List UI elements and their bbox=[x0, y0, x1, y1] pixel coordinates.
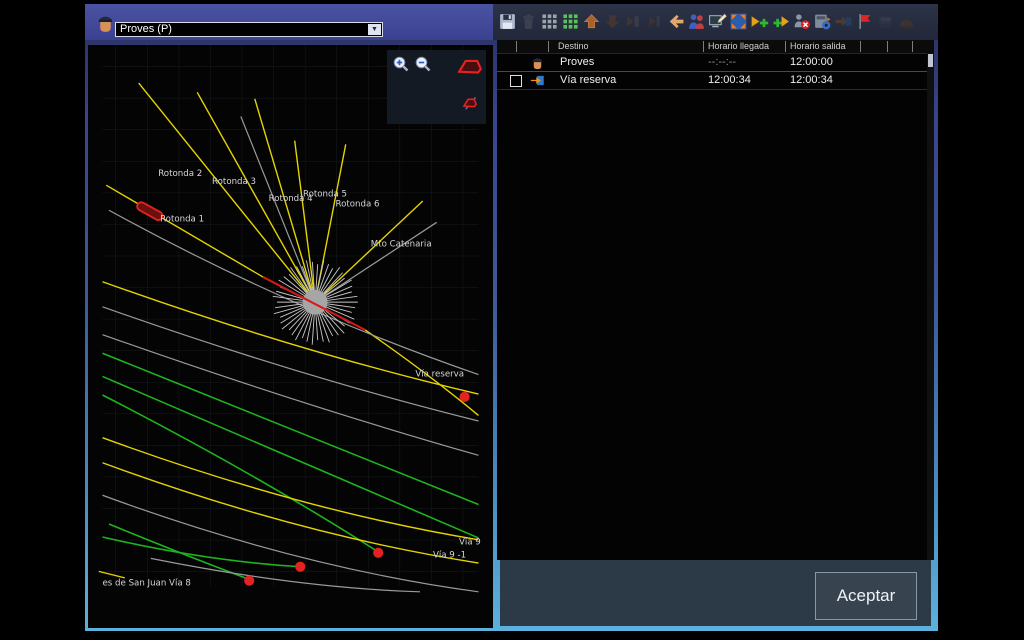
add-forward-alt-icon[interactable] bbox=[771, 12, 790, 31]
trash-icon[interactable] bbox=[519, 12, 538, 31]
assign-icon bbox=[530, 73, 545, 88]
yard-map-canvas[interactable]: Rotonda 2Rotonda 3Rotonda 4Rotonda 5Roto… bbox=[88, 45, 493, 628]
edit-screen-icon[interactable] bbox=[708, 12, 727, 31]
driver-select-value: Proves (P) bbox=[120, 23, 172, 35]
arrow-down-icon[interactable] bbox=[603, 12, 622, 31]
loco-outline-icon[interactable] bbox=[457, 53, 483, 73]
track-label: Vía reserva bbox=[415, 369, 464, 379]
arrow-up-icon[interactable] bbox=[582, 12, 601, 31]
scrollbar-thumb[interactable] bbox=[928, 54, 933, 67]
driver-select-dropdown[interactable]: Proves (P) ▼ bbox=[115, 22, 383, 37]
box-gear-icon[interactable] bbox=[813, 12, 832, 31]
cell-horario-salida: 12:00:34 bbox=[790, 74, 833, 86]
grid-green-icon[interactable] bbox=[561, 12, 580, 31]
expand-icon[interactable] bbox=[729, 12, 748, 31]
table-scrollbar[interactable] bbox=[927, 53, 934, 560]
track-label: Rotonda 6 bbox=[336, 200, 380, 210]
signal-dot[interactable] bbox=[459, 392, 469, 402]
save-icon[interactable] bbox=[498, 12, 517, 31]
toolbar bbox=[493, 4, 938, 40]
track-label: Rotonda 2 bbox=[158, 169, 202, 179]
cell-horario-salida: 12:00:00 bbox=[790, 56, 833, 68]
flag-icon[interactable] bbox=[855, 12, 874, 31]
table-body: Proves --:--:-- 12:00:00 Vía reserva 12:00:3… bbox=[497, 54, 934, 90]
track-label: es de San Juan Vía 8 bbox=[103, 578, 191, 588]
track-label: Rotonda 3 bbox=[212, 177, 256, 187]
col-horario-salida[interactable]: Horario salida bbox=[790, 41, 846, 51]
import-box-icon[interactable] bbox=[834, 12, 853, 31]
track-label: Vía 9 bbox=[459, 537, 481, 547]
driver-icon bbox=[530, 55, 545, 70]
track-label: Rotonda 5 bbox=[303, 189, 347, 199]
loco-outline-small-icon[interactable] bbox=[459, 92, 481, 114]
signal-dot[interactable] bbox=[244, 576, 254, 586]
cell-destino: Proves bbox=[560, 56, 594, 68]
track-label: Vía 9 -1 bbox=[433, 550, 466, 560]
cell-destino: Vía reserva bbox=[560, 74, 616, 86]
skip-right-icon[interactable] bbox=[624, 12, 643, 31]
accept-button[interactable]: Aceptar bbox=[815, 572, 917, 620]
map-grid bbox=[103, 45, 479, 586]
driver-avatar-icon bbox=[95, 12, 116, 33]
table-row[interactable]: Vía reserva 12:00:34 12:00:34 bbox=[497, 72, 934, 90]
yard-map[interactable]: Rotonda 2Rotonda 3Rotonda 4Rotonda 5Roto… bbox=[88, 45, 493, 628]
row-checkbox[interactable] bbox=[510, 75, 522, 87]
signal-dot[interactable] bbox=[373, 548, 383, 558]
depot-icon[interactable] bbox=[897, 12, 916, 31]
people-icon[interactable] bbox=[687, 12, 706, 31]
skip-right-alt-icon[interactable] bbox=[645, 12, 664, 31]
zoom-out-icon[interactable] bbox=[414, 55, 432, 73]
hand-pointer-icon[interactable] bbox=[666, 12, 685, 31]
schedule-table: Destino Horario llegada Horario salida P… bbox=[497, 40, 934, 560]
train-front-icon[interactable] bbox=[876, 12, 895, 31]
map-tools-panel bbox=[387, 50, 486, 124]
footer-panel: Aceptar bbox=[500, 560, 931, 626]
remove-person-icon[interactable] bbox=[792, 12, 811, 31]
col-destino[interactable]: Destino bbox=[558, 41, 589, 51]
track-label: Mto Catenaria bbox=[371, 239, 432, 249]
cell-horario-llegada: 12:00:34 bbox=[708, 74, 751, 86]
grid-gray-icon[interactable] bbox=[540, 12, 559, 31]
top-bar: Proves (P) ▼ bbox=[85, 4, 493, 40]
table-header: Destino Horario llegada Horario salida bbox=[497, 40, 934, 54]
zoom-in-icon[interactable] bbox=[392, 55, 410, 73]
table-row[interactable]: Proves --:--:-- 12:00:00 bbox=[497, 54, 934, 72]
track-label: Rotonda 1 bbox=[160, 214, 204, 224]
add-forward-icon[interactable] bbox=[750, 12, 769, 31]
chevron-down-icon[interactable]: ▼ bbox=[368, 24, 381, 35]
signal-dot[interactable] bbox=[295, 562, 305, 572]
cell-horario-llegada: --:--:-- bbox=[708, 56, 736, 68]
app-window: Proves (P) ▼ Rotonda 2Rotonda 3Rotonda 4… bbox=[85, 4, 938, 631]
col-horario-llegada[interactable]: Horario llegada bbox=[708, 41, 769, 51]
